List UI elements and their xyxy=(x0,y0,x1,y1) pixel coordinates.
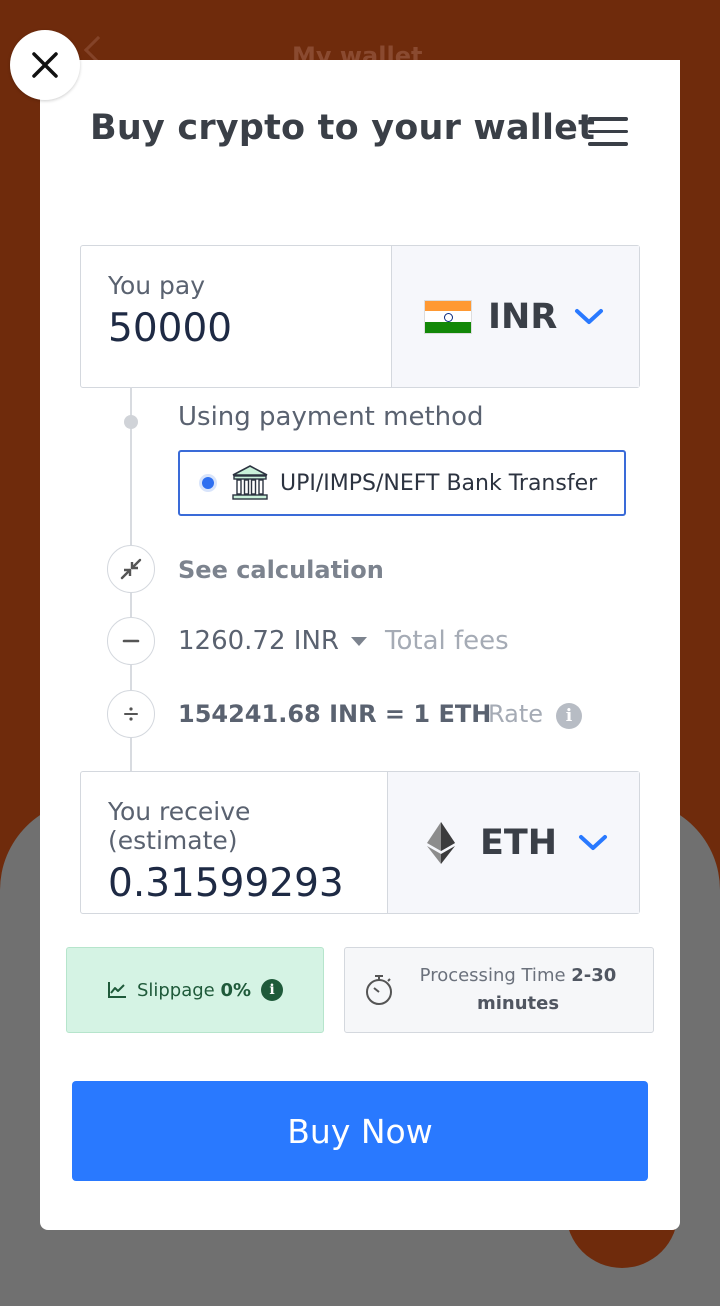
info-icon[interactable]: i xyxy=(261,979,284,1001)
receive-label: You receive (estimate) xyxy=(108,797,251,855)
stopwatch-icon xyxy=(366,975,392,1005)
divide-icon xyxy=(107,690,155,738)
pay-currency-select[interactable]: INR xyxy=(391,246,639,387)
payment-method-text: UPI/IMPS/NEFT Bank Transfer xyxy=(280,470,598,496)
close-icon xyxy=(32,52,58,78)
receive-amount[interactable]: 0.31599293 xyxy=(108,861,387,906)
slippage-label: Slippage xyxy=(136,979,215,1001)
slippage-value: 0% xyxy=(220,979,252,1001)
see-calculation-link[interactable]: See calculation xyxy=(178,556,384,584)
pay-label: You pay xyxy=(108,271,206,300)
receive-currency: ETH xyxy=(480,822,558,863)
receive-input[interactable]: You receive (estimate) 0.31599293 xyxy=(81,772,387,913)
receive-box: You receive (estimate) 0.31599293 ETH xyxy=(80,771,640,914)
timeline-dot xyxy=(124,415,138,429)
processing-time-text: Processing Time 2-30 minutes xyxy=(413,962,623,1018)
payment-method-label: Using payment method xyxy=(178,402,484,432)
receive-currency-select[interactable]: ETH xyxy=(387,772,639,913)
chevron-down-icon xyxy=(579,834,608,850)
payment-method-option[interactable]: UPI/IMPS/NEFT Bank Transfer xyxy=(178,450,626,516)
fees-dropdown[interactable]: 1260.72 INR xyxy=(178,626,367,656)
caret-down-icon xyxy=(350,637,367,646)
pay-currency: INR xyxy=(488,296,558,337)
buy-crypto-modal: Buy crypto to your wallet You pay 50000 … xyxy=(40,60,680,1230)
buy-now-button[interactable]: Buy Now xyxy=(72,1081,648,1181)
info-icon[interactable]: i xyxy=(556,703,582,729)
processing-time-badge: Processing Time 2-30 minutes xyxy=(344,947,654,1033)
compress-icon[interactable] xyxy=(107,545,155,593)
close-button[interactable] xyxy=(10,30,80,100)
processing-label: Processing Time xyxy=(419,965,566,986)
india-flag-icon xyxy=(424,299,472,334)
rate-value: 154241.68 INR = 1 ETH xyxy=(178,700,492,728)
fees-value: 1260.72 INR xyxy=(178,626,339,656)
minus-icon xyxy=(107,617,155,665)
ethereum-icon xyxy=(418,820,464,866)
fees-label: Total fees xyxy=(385,626,509,656)
slippage-badge: Slippage 0% i xyxy=(66,947,324,1033)
modal-title: Buy crypto to your wallet xyxy=(90,108,596,148)
pay-input[interactable]: You pay 50000 xyxy=(81,246,391,387)
pay-box: You pay 50000 INR xyxy=(80,245,640,388)
processing-value-line2: minutes xyxy=(476,993,560,1014)
menu-icon[interactable] xyxy=(588,117,628,147)
chevron-down-icon xyxy=(575,308,604,324)
rate-label: Rate xyxy=(488,700,544,728)
processing-value-line1: 2-30 xyxy=(571,965,617,986)
chart-line-icon xyxy=(107,982,126,998)
slippage-text: Slippage 0% xyxy=(137,980,251,1001)
radio-selected-icon xyxy=(202,477,214,489)
pay-amount[interactable]: 50000 xyxy=(108,306,391,351)
bank-icon xyxy=(232,465,268,500)
